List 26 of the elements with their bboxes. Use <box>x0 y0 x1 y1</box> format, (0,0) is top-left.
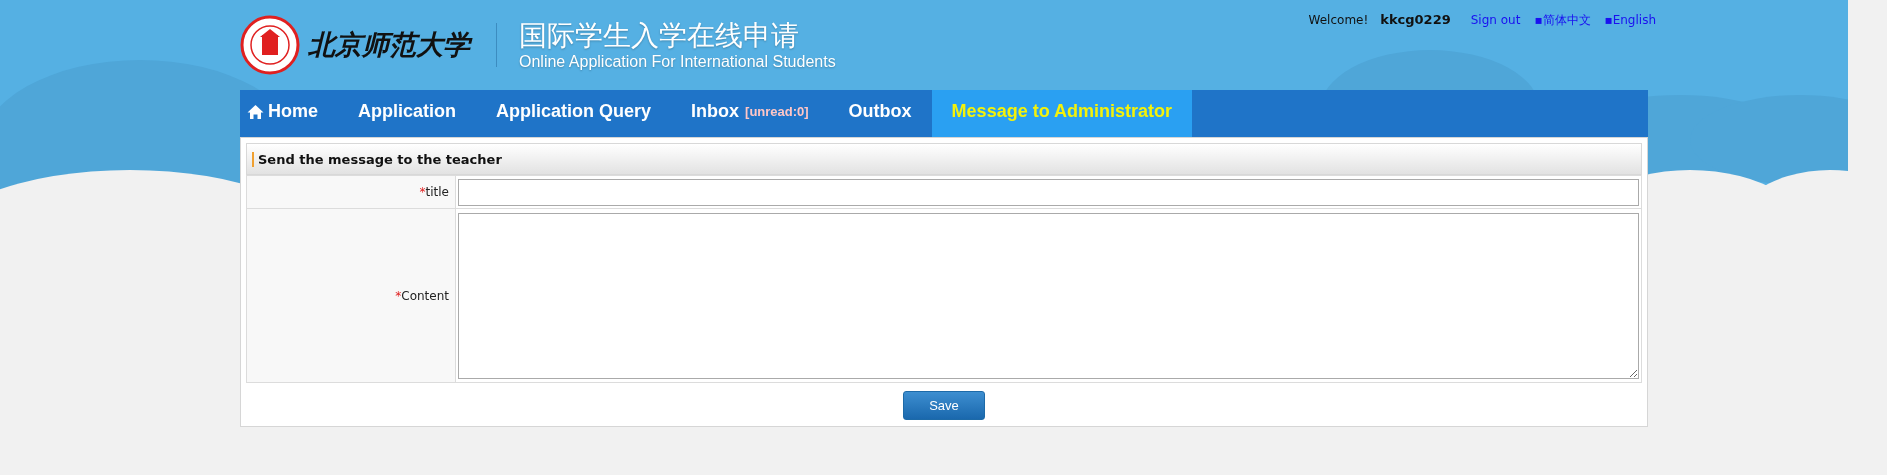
field-label: *Content <box>395 288 449 303</box>
username: kkcg0229 <box>1380 12 1451 27</box>
welcome-text: Welcome! <box>1308 13 1369 27</box>
nav-tab[interactable]: Application Query <box>476 90 672 137</box>
header-link[interactable]: Sign out <box>1470 13 1521 27</box>
nav-label: Application <box>358 101 456 122</box>
header-link[interactable]: ▪简体中文 <box>1534 12 1591 29</box>
university-seal-icon <box>240 15 300 75</box>
title-input[interactable] <box>458 178 1639 206</box>
nav-tab[interactable]: Outbox <box>828 90 932 137</box>
section-title: Send the message to the teacher <box>252 151 502 167</box>
site-title: 国际学生入学在线申请 <box>519 19 800 53</box>
nav-label: Inbox <box>691 101 740 122</box>
nav-label: Message to Administrator <box>951 101 1172 122</box>
field-label: *title <box>419 185 449 199</box>
unread-count: [unread:0] <box>745 104 809 119</box>
nav-tab[interactable]: Home <box>245 90 338 137</box>
header-link[interactable]: ▪English <box>1604 13 1656 27</box>
nav-label: Application Query <box>496 101 652 122</box>
home-icon <box>247 103 264 120</box>
save-button[interactable]: Save <box>903 391 985 420</box>
nav-tab[interactable]: Application <box>338 90 476 137</box>
site-subtitle: Online Application For International Students <box>519 53 836 71</box>
nav-tab[interactable]: Inbox [unread:0] <box>671 90 829 137</box>
nav-label: Outbox <box>848 101 912 122</box>
nav-label: Home <box>268 101 318 122</box>
